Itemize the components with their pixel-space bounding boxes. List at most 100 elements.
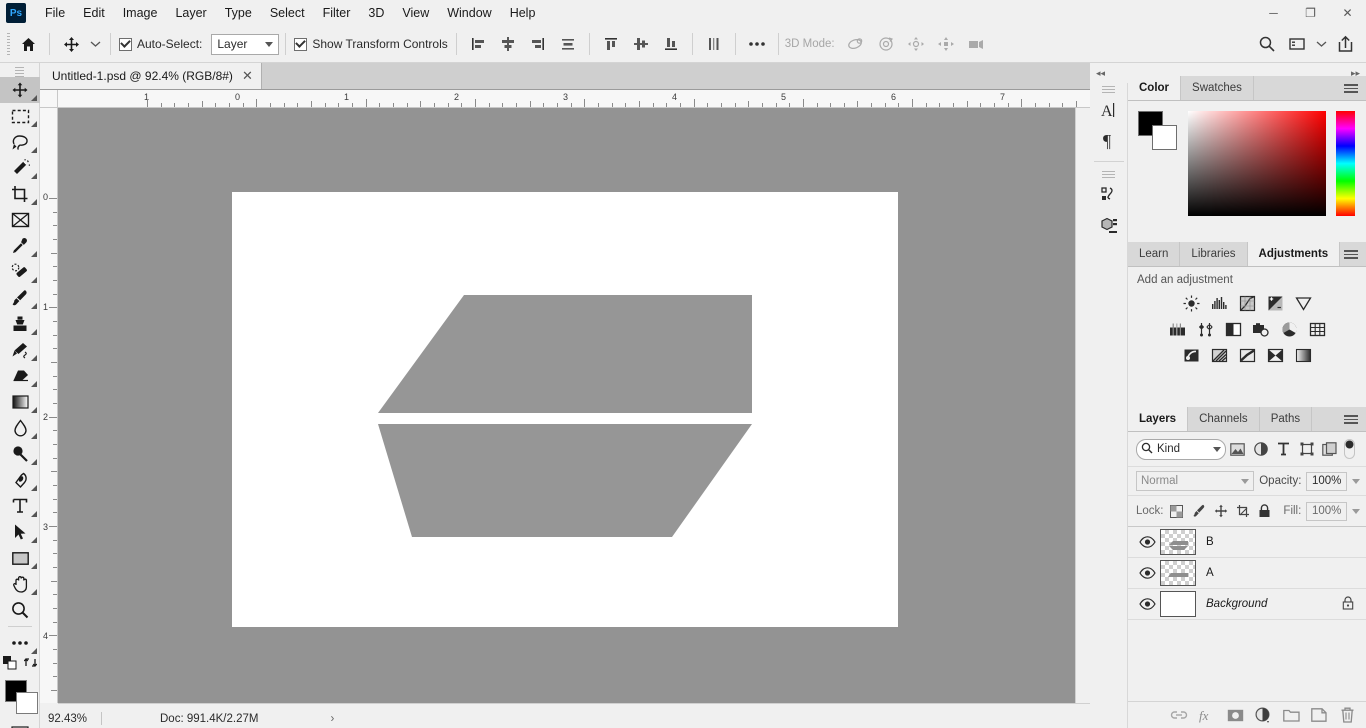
tool-magic-wand[interactable]: [0, 155, 40, 181]
tab-libraries[interactable]: Libraries: [1180, 242, 1248, 266]
add-layer-mask-icon[interactable]: [1222, 703, 1248, 727]
move-tool-icon[interactable]: [56, 30, 86, 58]
tool-path-selection[interactable]: [0, 519, 40, 545]
lock-position-icon[interactable]: [1212, 500, 1229, 522]
share-icon[interactable]: [1330, 30, 1360, 58]
color-panel-background-swatch[interactable]: [1152, 125, 1177, 150]
filter-toggle-icon[interactable]: [1341, 438, 1357, 460]
menu-edit[interactable]: Edit: [74, 2, 114, 24]
show-transform-controls-option[interactable]: Show Transform Controls: [292, 37, 449, 51]
levels-icon[interactable]: [1209, 294, 1229, 312]
lock-image-pixels-icon[interactable]: [1190, 500, 1207, 522]
menu-help[interactable]: Help: [501, 2, 545, 24]
tab-layers[interactable]: Layers: [1128, 407, 1189, 431]
shape-a-bottom-trapezoid[interactable]: [378, 424, 752, 537]
background-color-swatch[interactable]: [16, 692, 38, 714]
fill-stepper-chevron-icon[interactable]: [1352, 508, 1360, 514]
filter-adjustment-icon[interactable]: [1249, 438, 1272, 460]
auto-select-option[interactable]: Auto-Select:: [117, 37, 204, 51]
layer-name[interactable]: A: [1206, 567, 1366, 579]
character-panel-icon[interactable]: A: [1090, 95, 1128, 125]
align-vertical-centers-icon[interactable]: [626, 30, 656, 58]
paragraph-panel-icon[interactable]: ¶: [1090, 125, 1128, 155]
tab-adjustments[interactable]: Adjustments: [1247, 242, 1341, 266]
delete-layer-icon[interactable]: [1334, 703, 1360, 727]
workspace-switcher-icon[interactable]: [1282, 30, 1312, 58]
layer-filter-kind-dropdown[interactable]: Kind: [1136, 438, 1226, 460]
tool-zoom[interactable]: [0, 597, 40, 623]
lock-artboard-nesting-icon[interactable]: [1234, 500, 1251, 522]
hue-slider[interactable]: [1336, 111, 1355, 216]
color-field-picker[interactable]: [1188, 111, 1326, 216]
tab-channels[interactable]: Channels: [1188, 407, 1260, 431]
menu-select[interactable]: Select: [261, 2, 314, 24]
more-options-icon[interactable]: [742, 30, 772, 58]
properties-panel-icon[interactable]: [1090, 210, 1128, 240]
table-row[interactable]: Background: [1128, 589, 1366, 620]
status-menu-chevron-icon[interactable]: ›: [330, 713, 334, 725]
tool-rectangular-marquee[interactable]: [0, 103, 40, 129]
layer-visibility-eye-icon[interactable]: [1134, 536, 1160, 548]
exposure-icon[interactable]: [1265, 294, 1285, 312]
curves-icon[interactable]: [1237, 294, 1257, 312]
menu-3d[interactable]: 3D: [359, 2, 393, 24]
vibrance-icon[interactable]: [1293, 294, 1313, 312]
vertical-ruler[interactable]: 0 1 2 3 4: [40, 108, 58, 703]
minimize-button[interactable]: ─: [1255, 0, 1292, 26]
panel-menu-icon[interactable]: [1341, 407, 1361, 432]
hue-saturation-icon[interactable]: [1167, 320, 1187, 338]
slide-3d-icon[interactable]: [931, 30, 961, 58]
tab-color[interactable]: Color: [1128, 76, 1182, 100]
tool-brush[interactable]: [0, 285, 40, 311]
tool-frame[interactable]: [0, 207, 40, 233]
quick-mask-icon[interactable]: [0, 722, 40, 728]
tab-swatches[interactable]: Swatches: [1181, 76, 1254, 100]
collapse-panels-icon[interactable]: ◂◂: [1096, 68, 1105, 79]
align-left-edges-icon[interactable]: [463, 30, 493, 58]
menu-view[interactable]: View: [393, 2, 438, 24]
default-colors-icon[interactable]: [2, 655, 17, 673]
tool-eraser[interactable]: [0, 363, 40, 389]
threshold-icon[interactable]: [1237, 346, 1257, 364]
menu-filter[interactable]: Filter: [314, 2, 360, 24]
tab-learn[interactable]: Learn: [1128, 242, 1181, 266]
black-white-icon[interactable]: [1223, 320, 1243, 338]
layer-thumbnail[interactable]: [1160, 529, 1196, 555]
brightness-contrast-icon[interactable]: [1181, 294, 1201, 312]
tool-gradient[interactable]: [0, 389, 40, 415]
filter-pixel-icon[interactable]: [1226, 438, 1249, 460]
align-top-edges-icon[interactable]: [596, 30, 626, 58]
blend-mode-dropdown[interactable]: Normal: [1136, 471, 1255, 491]
layer-thumbnail[interactable]: [1160, 591, 1196, 617]
chevron-down-icon[interactable]: [1312, 30, 1330, 58]
show-transform-controls-checkbox[interactable]: [294, 37, 308, 51]
new-adjustment-layer-icon[interactable]: [1250, 703, 1276, 727]
shape-b-top-parallelogram[interactable]: [378, 295, 752, 413]
lock-all-icon[interactable]: [1256, 500, 1273, 522]
new-layer-icon[interactable]: [1306, 703, 1332, 727]
table-row[interactable]: B: [1128, 527, 1366, 558]
align-bars-icon[interactable]: [699, 30, 729, 58]
tool-blur[interactable]: [0, 415, 40, 441]
link-layers-icon[interactable]: [1166, 703, 1192, 727]
lock-transparent-pixels-icon[interactable]: [1169, 500, 1186, 522]
align-right-edges-icon[interactable]: [523, 30, 553, 58]
auto-select-checkbox[interactable]: [119, 37, 132, 51]
tool-dodge[interactable]: [0, 441, 40, 467]
menu-image[interactable]: Image: [114, 2, 167, 24]
icon-dock-grip-2[interactable]: [1090, 168, 1127, 180]
camera-3d-icon[interactable]: [961, 30, 991, 58]
posterize-icon[interactable]: [1209, 346, 1229, 364]
table-row[interactable]: A: [1128, 558, 1366, 589]
channel-mixer-icon[interactable]: [1279, 320, 1299, 338]
invert-icon[interactable]: [1181, 346, 1201, 364]
tool-horizontal-type[interactable]: [0, 493, 40, 519]
tool-clone-stamp[interactable]: [0, 311, 40, 337]
menu-layer[interactable]: Layer: [166, 2, 215, 24]
tool-hand[interactable]: [0, 571, 40, 597]
auto-select-target-dropdown[interactable]: Layer: [211, 33, 280, 55]
artboard[interactable]: [232, 192, 898, 627]
color-balance-icon[interactable]: [1195, 320, 1215, 338]
zoom-level-field[interactable]: 92.43%: [40, 713, 95, 725]
canvas-vertical-scrollbar[interactable]: [1075, 108, 1090, 703]
